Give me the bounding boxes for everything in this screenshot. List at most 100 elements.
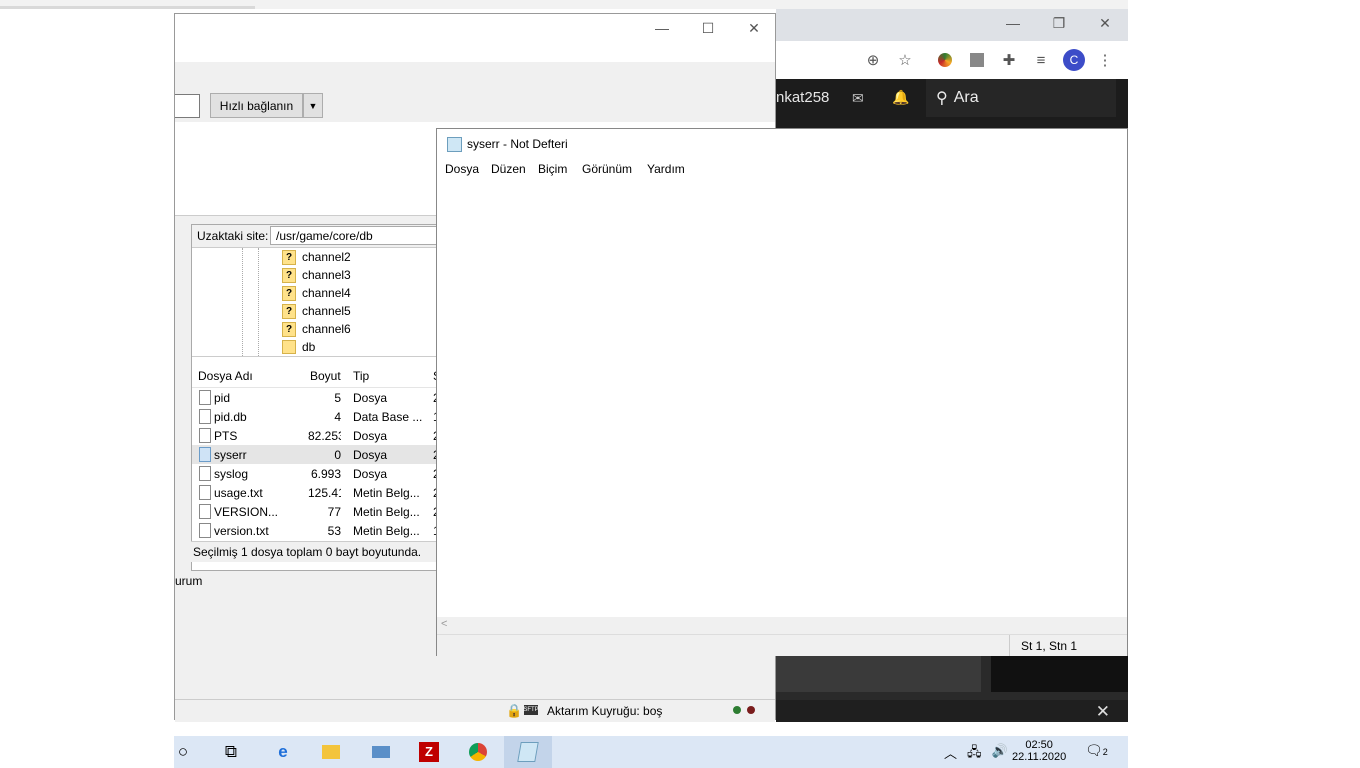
file-icon [199, 390, 211, 405]
file-name: syslog [214, 467, 249, 481]
quickconnect-button[interactable]: Hızlı bağlanın [210, 93, 303, 118]
filezilla-minimize-button[interactable]: — [639, 14, 685, 42]
remote-site-label: Uzaktaki site: [197, 229, 269, 243]
file-size: 6.993 [310, 467, 341, 481]
action-center-icon[interactable]: 🗨2 [1085, 742, 1108, 759]
tree-item[interactable]: ? channel6 [282, 320, 351, 338]
puzzle-icon[interactable]: ✚ [998, 49, 1020, 71]
menu-dots-icon[interactable]: ⋮ [1094, 49, 1116, 71]
chrome-icon[interactable] [454, 736, 502, 768]
tree-guide [242, 248, 243, 356]
notepad-titlebar: syserr - Not Defteri [437, 129, 1127, 159]
file-row[interactable]: usage.txt125.419Metin Belg...2 [192, 483, 440, 502]
column-size[interactable]: Boyut [310, 369, 341, 383]
selection-status-text: Seçilmiş 1 dosya toplam 0 bayt boyutunda… [193, 545, 422, 559]
file-row[interactable]: VERSION...77Metin Belg...2 [192, 502, 440, 521]
file-row[interactable]: pid.db4Data Base ...1 [192, 407, 440, 426]
chrome-minimize-button[interactable]: — [990, 9, 1036, 37]
file-type: Metin Belg... [353, 524, 420, 538]
notepad-hscrollbar[interactable]: < [437, 617, 1127, 634]
file-icon [199, 523, 211, 538]
background-right [1128, 736, 1360, 768]
local-scrollbar[interactable] [175, 224, 184, 556]
file-type: Metin Belg... [353, 486, 420, 500]
plus-circle-icon[interactable]: ⊕ [862, 49, 884, 71]
quickconnect-bar: Hızlı bağlanın ▼ [175, 89, 775, 123]
tree-item[interactable]: ? channel2 [282, 248, 351, 266]
star-icon[interactable]: ☆ [894, 49, 916, 71]
menu-bicim[interactable]: Biçim [538, 162, 567, 176]
clock-time: 02:50 [1025, 739, 1053, 751]
extension-colorful-icon[interactable] [934, 49, 956, 71]
remote-pane: Uzaktaki site: /usr/game/core/db ? channe… [191, 224, 441, 571]
file-row[interactable]: syserr0Dosya2 [192, 445, 440, 464]
mail-icon[interactable]: ✉ [852, 90, 864, 107]
laptop-app-icon[interactable] [357, 736, 405, 768]
volume-icon[interactable]: 🔊 [992, 743, 1008, 765]
tree-item-db[interactable]: db [282, 338, 315, 356]
menu-dosya[interactable]: Dosya [445, 162, 479, 176]
network-icon[interactable]: 🖧 [967, 743, 982, 765]
file-icon [199, 485, 211, 500]
chevron-left-icon[interactable]: < [441, 618, 447, 630]
file-icon [199, 504, 211, 519]
menu-yardim[interactable]: Yardım [647, 162, 685, 176]
edge-icon[interactable]: e [259, 736, 307, 768]
remote-path-input[interactable]: /usr/game/core/db [270, 226, 440, 245]
chrome-close-button[interactable]: ✕ [1082, 9, 1128, 37]
file-row[interactable]: version.txt53Metin Belg...1 [192, 521, 440, 540]
unknown-folder-icon: ? [282, 303, 296, 319]
notepad-task-icon[interactable] [504, 736, 552, 768]
bell-icon[interactable]: 🔔 [892, 89, 909, 106]
file-size: 4 [334, 410, 341, 424]
file-icon [199, 447, 211, 462]
quickconnect-dropdown[interactable]: ▼ [303, 93, 323, 118]
notepad-editor[interactable] [437, 179, 1127, 617]
tree-item-label: channel5 [302, 304, 351, 318]
tree-item[interactable]: ? channel3 [282, 266, 351, 284]
search-icon: ⚲ [936, 90, 948, 107]
column-name[interactable]: Dosya Adı [198, 369, 253, 383]
menu-gorunum[interactable]: Görünüm [582, 162, 632, 176]
photo-ext-icon[interactable] [966, 49, 988, 71]
file-row[interactable]: PTS82.253Dosya2 [192, 426, 440, 445]
file-icon [199, 409, 211, 424]
file-row[interactable]: pid5Dosya2 [192, 388, 440, 407]
chrome-restore-button[interactable]: ❐ [1036, 9, 1082, 37]
unknown-folder-icon: ? [282, 321, 296, 337]
cortana-icon[interactable]: ○ [159, 736, 207, 768]
menu-duzen[interactable]: Düzen [491, 162, 526, 176]
chevron-down-icon: ▼ [308, 100, 318, 111]
tree-item-label: channel2 [302, 250, 351, 264]
tree-item[interactable]: ? channel4 [282, 284, 351, 302]
file-name: pid [214, 391, 231, 405]
site-search-button[interactable]: ⚲ Ara [926, 79, 1116, 117]
remote-tree: ? channel2 ? channel3 ? channel4 ? channel5 … [192, 248, 438, 357]
filezilla-maximize-button[interactable]: ☐ [685, 14, 731, 42]
status-tab-label[interactable]: urum [175, 574, 202, 588]
background-strip [0, 0, 1128, 9]
filezilla-close-button[interactable]: ✕ [731, 14, 777, 42]
file-size: 125.419 [308, 486, 341, 500]
file-row[interactable]: syslog6.993Dosya2 [192, 464, 440, 483]
username-label[interactable]: nkat258 [776, 79, 829, 117]
clock[interactable]: 02:50 22.11.2020 [1012, 739, 1066, 763]
remote-site-bar: Uzaktaki site: /usr/game/core/db [192, 225, 440, 248]
close-icon[interactable]: ✕ [1096, 702, 1110, 722]
lock-icon: 🔒 [506, 703, 523, 718]
queue-status: Aktarım Kuyruğu: boş [547, 704, 663, 718]
column-type[interactable]: Tip [353, 369, 369, 383]
media-list-icon[interactable]: ≡ [1030, 49, 1052, 71]
selection-status: Seçilmiş 1 dosya toplam 0 bayt boyutunda… [191, 541, 437, 562]
task-view-icon[interactable]: ⧉ [207, 736, 255, 768]
chevron-up-icon[interactable]: ︿ [944, 743, 957, 765]
port-field[interactable] [175, 94, 200, 118]
tree-guide [258, 248, 259, 356]
file-type: Data Base ... [353, 410, 423, 424]
filezilla-icon[interactable]: Z [405, 736, 453, 768]
tree-item[interactable]: ? channel5 [282, 302, 351, 320]
file-size: 77 [327, 505, 341, 519]
unknown-folder-icon: ? [282, 249, 296, 265]
file-explorer-icon[interactable] [307, 736, 355, 768]
profile-avatar[interactable]: C [1063, 49, 1085, 71]
